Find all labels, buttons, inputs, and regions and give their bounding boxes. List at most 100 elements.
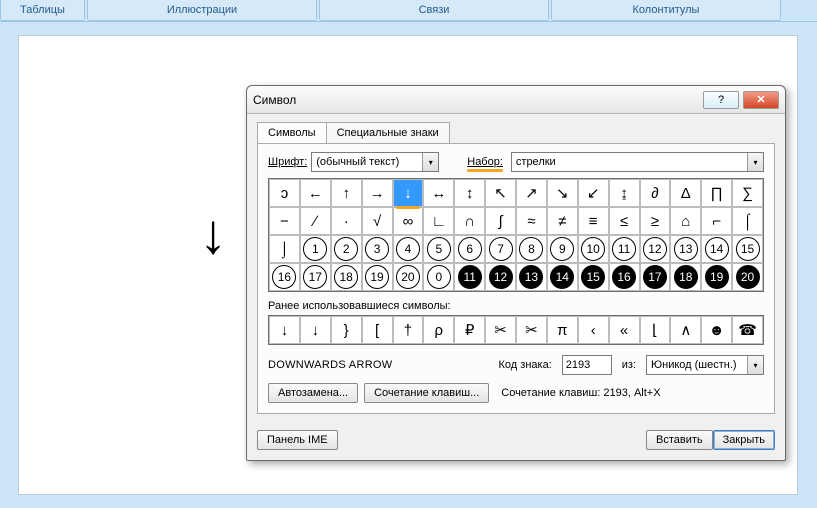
symbol-cell[interactable]: ↗ (516, 179, 547, 207)
symbol-cell[interactable]: ↄ (269, 179, 300, 207)
ribbon-group-headers[interactable]: Колонтитулы (551, 0, 781, 21)
symbol-cell[interactable]: ☎ (732, 316, 763, 344)
symbol-cell[interactable]: 19 (701, 263, 732, 291)
symbol-cell[interactable]: Δ (670, 179, 701, 207)
symbol-cell[interactable]: 1 (300, 235, 331, 263)
symbol-cell[interactable]: ⌂ (670, 207, 701, 235)
symbol-cell[interactable]: · (331, 207, 362, 235)
symbol-cell[interactable]: 10 (578, 235, 609, 263)
symbol-cell[interactable]: 14 (701, 235, 732, 263)
ribbon-group-tables[interactable]: Таблицы (0, 0, 85, 21)
symbol-cell[interactable]: 17 (300, 263, 331, 291)
font-combo[interactable]: (обычный текст) ▾ (311, 152, 439, 172)
symbol-cell[interactable]: → (362, 179, 393, 207)
symbol-cell[interactable]: ≈ (516, 207, 547, 235)
symbol-cell[interactable]: 18 (670, 263, 701, 291)
symbol-cell[interactable]: 16 (269, 263, 300, 291)
from-combo[interactable]: Юникод (шестн.) ▾ (646, 355, 764, 375)
shortcut-key-button[interactable]: Сочетание клавиш... (364, 383, 489, 403)
symbol-cell[interactable]: − (269, 207, 300, 235)
ribbon-group-illustrations[interactable]: Иллюстрации (87, 0, 317, 21)
set-combo[interactable]: стрелки ▾ (511, 152, 764, 172)
symbol-cell[interactable]: ⌡ (269, 235, 300, 263)
chevron-down-icon[interactable]: ▾ (747, 356, 763, 374)
symbol-cell[interactable]: 12 (640, 235, 671, 263)
symbol-cell[interactable]: 9 (547, 235, 578, 263)
symbol-cell[interactable]: 3 (362, 235, 393, 263)
symbol-cell[interactable]: ∑ (732, 179, 763, 207)
symbol-cell[interactable]: 15 (578, 263, 609, 291)
symbol-cell[interactable]: ∏ (701, 179, 732, 207)
symbol-cell[interactable]: 7 (485, 235, 516, 263)
symbol-cell[interactable]: † (393, 316, 424, 344)
symbol-cell[interactable]: ↔ (423, 179, 454, 207)
symbol-cell[interactable]: ↖ (485, 179, 516, 207)
symbol-cell[interactable]: 15 (732, 235, 763, 263)
symbol-cell[interactable]: ∟ (423, 207, 454, 235)
symbol-cell[interactable]: ρ (423, 316, 454, 344)
symbol-cell[interactable]: ∞ (393, 207, 424, 235)
symbol-cell[interactable]: [ (362, 316, 393, 344)
symbol-cell[interactable]: ↓ (393, 179, 424, 207)
symbol-cell[interactable]: √ (362, 207, 393, 235)
symbol-cell[interactable]: 13 (670, 235, 701, 263)
symbol-cell[interactable]: 2 (331, 235, 362, 263)
ime-panel-button[interactable]: Панель IME (257, 430, 338, 450)
symbol-cell[interactable]: } (331, 316, 362, 344)
symbol-cell[interactable]: ↓ (300, 316, 331, 344)
symbol-cell[interactable]: ≥ (640, 207, 671, 235)
symbol-cell[interactable]: ₽ (454, 316, 485, 344)
symbol-cell[interactable]: 17 (640, 263, 671, 291)
symbol-cell[interactable]: 5 (423, 235, 454, 263)
symbol-cell[interactable]: 20 (732, 263, 763, 291)
close-dialog-button[interactable]: Закрыть (713, 430, 775, 450)
symbol-cell[interactable]: ✂ (485, 316, 516, 344)
chevron-down-icon[interactable]: ▾ (747, 153, 763, 171)
symbol-cell[interactable]: 11 (609, 235, 640, 263)
ribbon-group-links[interactable]: Связи (319, 0, 549, 21)
symbol-cell[interactable]: 6 (454, 235, 485, 263)
code-input[interactable]: 2193 (562, 355, 612, 375)
symbol-cell[interactable]: ✂ (516, 316, 547, 344)
symbol-cell[interactable]: 8 (516, 235, 547, 263)
symbol-cell[interactable]: 4 (393, 235, 424, 263)
symbol-cell[interactable]: ∕ (300, 207, 331, 235)
symbol-cell[interactable]: π (547, 316, 578, 344)
symbol-cell[interactable]: 0 (423, 263, 454, 291)
symbol-cell[interactable]: ← (300, 179, 331, 207)
symbol-cell[interactable]: 12 (485, 263, 516, 291)
tab-symbols[interactable]: Символы (257, 122, 327, 143)
symbol-cell[interactable]: 16 (609, 263, 640, 291)
symbol-cell[interactable]: ↓ (269, 316, 300, 344)
tab-special-chars[interactable]: Специальные знаки (326, 122, 450, 143)
symbol-cell[interactable]: « (609, 316, 640, 344)
symbol-cell[interactable]: 11 (454, 263, 485, 291)
symbol-cell[interactable]: 14 (547, 263, 578, 291)
symbol-cell[interactable]: 19 (362, 263, 393, 291)
symbol-cell[interactable]: 13 (516, 263, 547, 291)
symbol-cell[interactable]: ↑ (331, 179, 362, 207)
symbol-cell[interactable]: ≤ (609, 207, 640, 235)
close-button[interactable]: ✕ (743, 91, 779, 109)
symbol-cell[interactable]: ≠ (547, 207, 578, 235)
symbol-cell[interactable]: ⌊ (640, 316, 671, 344)
symbol-cell[interactable]: ↘ (547, 179, 578, 207)
symbol-cell[interactable]: ↙ (578, 179, 609, 207)
symbol-cell[interactable]: ↕ (454, 179, 485, 207)
symbol-cell[interactable]: ↨ (609, 179, 640, 207)
symbol-cell[interactable]: ≡ (578, 207, 609, 235)
insert-button[interactable]: Вставить (646, 430, 713, 450)
symbol-cell[interactable]: ∂ (640, 179, 671, 207)
help-button[interactable]: ? (703, 91, 739, 109)
symbol-cell[interactable]: ‹ (578, 316, 609, 344)
symbol-cell[interactable]: 20 (393, 263, 424, 291)
chevron-down-icon[interactable]: ▾ (422, 153, 438, 171)
symbol-cell[interactable]: ∧ (670, 316, 701, 344)
symbol-cell[interactable]: ⌠ (732, 207, 763, 235)
symbol-cell[interactable]: ∫ (485, 207, 516, 235)
dialog-titlebar[interactable]: Символ ? ✕ (247, 86, 785, 114)
symbol-cell[interactable]: ☻ (701, 316, 732, 344)
symbol-cell[interactable]: ⌐ (701, 207, 732, 235)
autocorrect-button[interactable]: Автозамена... (268, 383, 358, 403)
symbol-cell[interactable]: 18 (331, 263, 362, 291)
